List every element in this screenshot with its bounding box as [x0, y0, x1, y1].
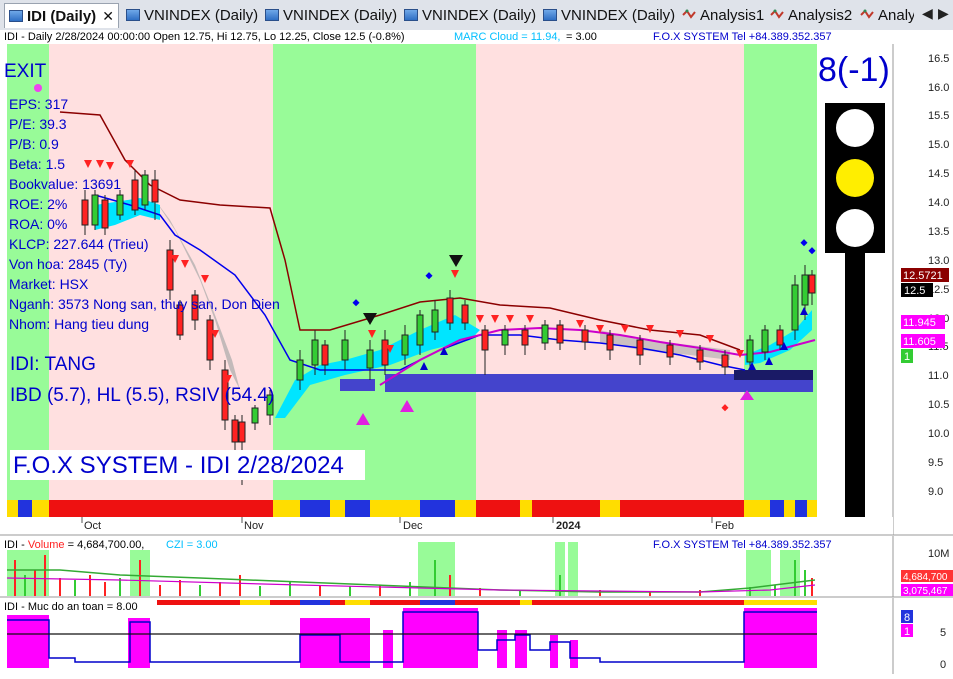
volume-brand: F.O.X SYSTEM Tel +84.389.352.357 [653, 539, 832, 551]
x-label-2024: 2024 [556, 520, 581, 532]
y-tick: 15.0 [928, 139, 949, 151]
tab-label: VNINDEX (Daily) [144, 6, 259, 24]
y-tick: 13.5 [928, 226, 949, 238]
exit-label: EXIT [4, 61, 47, 82]
bull-zone [273, 44, 476, 500]
fundamental-pe: P/E: 39.3 [9, 116, 67, 132]
bull-zone [744, 44, 817, 500]
fundamental-pb: P/B: 0.9 [9, 136, 59, 152]
scores-label: IBD (5.7), HL (5.5), RSIV (54.4) [10, 385, 274, 406]
volume-y-label: 10M [928, 548, 949, 560]
x-label-feb: Feb [715, 520, 734, 532]
safety-y-tick: 5 [940, 627, 946, 639]
y-tick: 14.0 [928, 197, 949, 209]
tab-label: IDI (Daily) [27, 7, 97, 25]
bear-zone [476, 44, 744, 500]
bull-zone [7, 44, 49, 500]
tab-analysis1[interactable]: Analysis1 [682, 3, 764, 27]
y-tick: 13.0 [928, 255, 949, 267]
tab-idi-daily[interactable]: IDI (Daily) ✕ [4, 3, 119, 28]
tab-label: VNINDEX (Daily) [422, 6, 537, 24]
price-tag-stop: 12.5721 [903, 270, 943, 282]
tab-vnindex-2[interactable]: VNINDEX (Daily) [265, 3, 397, 27]
y-tick: 16.5 [928, 53, 949, 65]
fundamental-roe: ROE: 2% [9, 196, 67, 212]
tab-label: VNINDEX (Daily) [561, 6, 676, 24]
tab-analysis3[interactable]: Analy [860, 3, 916, 27]
tab-scroll-left-icon[interactable]: ◀ [922, 5, 933, 22]
safety-tag: 1 [904, 626, 910, 638]
tab-label: Analy [878, 6, 916, 24]
light-top [836, 109, 874, 147]
price-tag-marc: 11.945 [903, 317, 936, 329]
safety-tag: 8 [904, 612, 910, 624]
y-tick: 15.5 [928, 110, 949, 122]
volume-ma-tag: 3,075,467 [903, 586, 948, 597]
tab-bar: IDI (Daily) ✕ VNINDEX (Daily) VNINDEX (D… [0, 0, 953, 31]
light-bottom [836, 209, 874, 247]
chart-icon [265, 9, 279, 21]
signal-strip [7, 500, 817, 517]
x-label-nov: Nov [244, 520, 264, 532]
tab-nav: ◀ ▶ [914, 0, 953, 30]
marc-label: MARC Cloud = 11.94, [454, 31, 561, 43]
safety-y-tick: 0 [940, 659, 946, 671]
exit-dot [34, 84, 42, 92]
tab-vnindex-3[interactable]: VNINDEX (Daily) [404, 3, 536, 27]
y-tick: 9.5 [928, 457, 943, 469]
tab-label: Analysis2 [788, 6, 853, 24]
price-header: IDI - Daily 2/28/2024 00:00:00 Open 12.7… [4, 31, 405, 43]
fundamental-klcp: KLCP: 227.644 (Trieu) [9, 236, 149, 252]
fundamental-nganh: Nganh: 3573 Nong san, thuy san, Don Dien [9, 296, 280, 312]
brand-label: F.O.X SYSTEM Tel +84.389.352.357 [653, 31, 832, 43]
chart-icon [543, 9, 557, 21]
safety-header: IDI - Muc do an toan = 8.00 [4, 601, 138, 613]
tab-vnindex-1[interactable]: VNINDEX (Daily) [126, 3, 258, 27]
y-tick: 10.5 [928, 399, 949, 411]
analysis-icon [770, 9, 784, 19]
fundamental-market: Market: HSX [9, 276, 89, 292]
support-band [734, 370, 813, 380]
czi-label: CZI = 3.00 [166, 539, 218, 551]
signal-score: 8(-1) [818, 51, 890, 89]
analysis-icon [860, 9, 874, 19]
volume-header: IDI - Volume = 4,684,700.00, [4, 539, 144, 551]
trend-label: IDI: TANG [10, 354, 96, 375]
tab-vnindex-4[interactable]: VNINDEX (Daily) [543, 3, 675, 27]
chart-svg[interactable]: 16.5 16.0 15.5 15.0 14.5 14.0 13.5 13.0 … [0, 30, 953, 674]
price-tag-close: 12.5 [904, 285, 925, 297]
fundamental-roa: ROA: 0% [9, 216, 67, 232]
chart-icon [126, 9, 140, 21]
fundamental-eps: EPS: 317 [9, 96, 68, 112]
tab-scroll-right-icon[interactable]: ▶ [938, 5, 949, 22]
x-label-dec: Dec [403, 520, 423, 532]
fundamental-beta: Beta: 1.5 [9, 156, 65, 172]
safety-strip [157, 600, 817, 605]
y-tick: 11.0 [928, 370, 949, 382]
y-tick: 16.0 [928, 82, 949, 94]
y-tick: 10.0 [928, 428, 949, 440]
volume-tag: 4,684,700 [903, 572, 948, 583]
y-tick: 9.0 [928, 486, 943, 498]
price-tag-count: 1 [904, 351, 910, 363]
tab-analysis2[interactable]: Analysis2 [770, 3, 852, 27]
price-tag-line: 11.605 [903, 336, 936, 348]
y-tick: 14.5 [928, 168, 949, 180]
fundamental-nhom: Nhom: Hang tieu dung [9, 316, 149, 332]
chart-area: 16.5 16.0 15.5 15.0 14.5 14.0 13.5 13.0 … [0, 30, 953, 674]
chart-icon [404, 9, 418, 21]
chart-icon [9, 10, 23, 22]
close-icon[interactable]: ✕ [102, 8, 114, 25]
analysis-icon [682, 9, 696, 19]
marc-value: = 3.00 [566, 31, 597, 43]
support-band [340, 379, 375, 391]
tab-label: Analysis1 [700, 6, 765, 24]
tab-label: VNINDEX (Daily) [283, 6, 398, 24]
fundamental-vonhoa: Von hoa: 2845 (Ty) [9, 256, 127, 272]
x-label-oct: Oct [84, 520, 101, 532]
light-middle [836, 159, 874, 197]
watermark-label: F.O.X SYSTEM - IDI 2/28/2024 [13, 452, 344, 479]
fundamental-bookvalue: Bookvalue: 13691 [9, 176, 121, 192]
